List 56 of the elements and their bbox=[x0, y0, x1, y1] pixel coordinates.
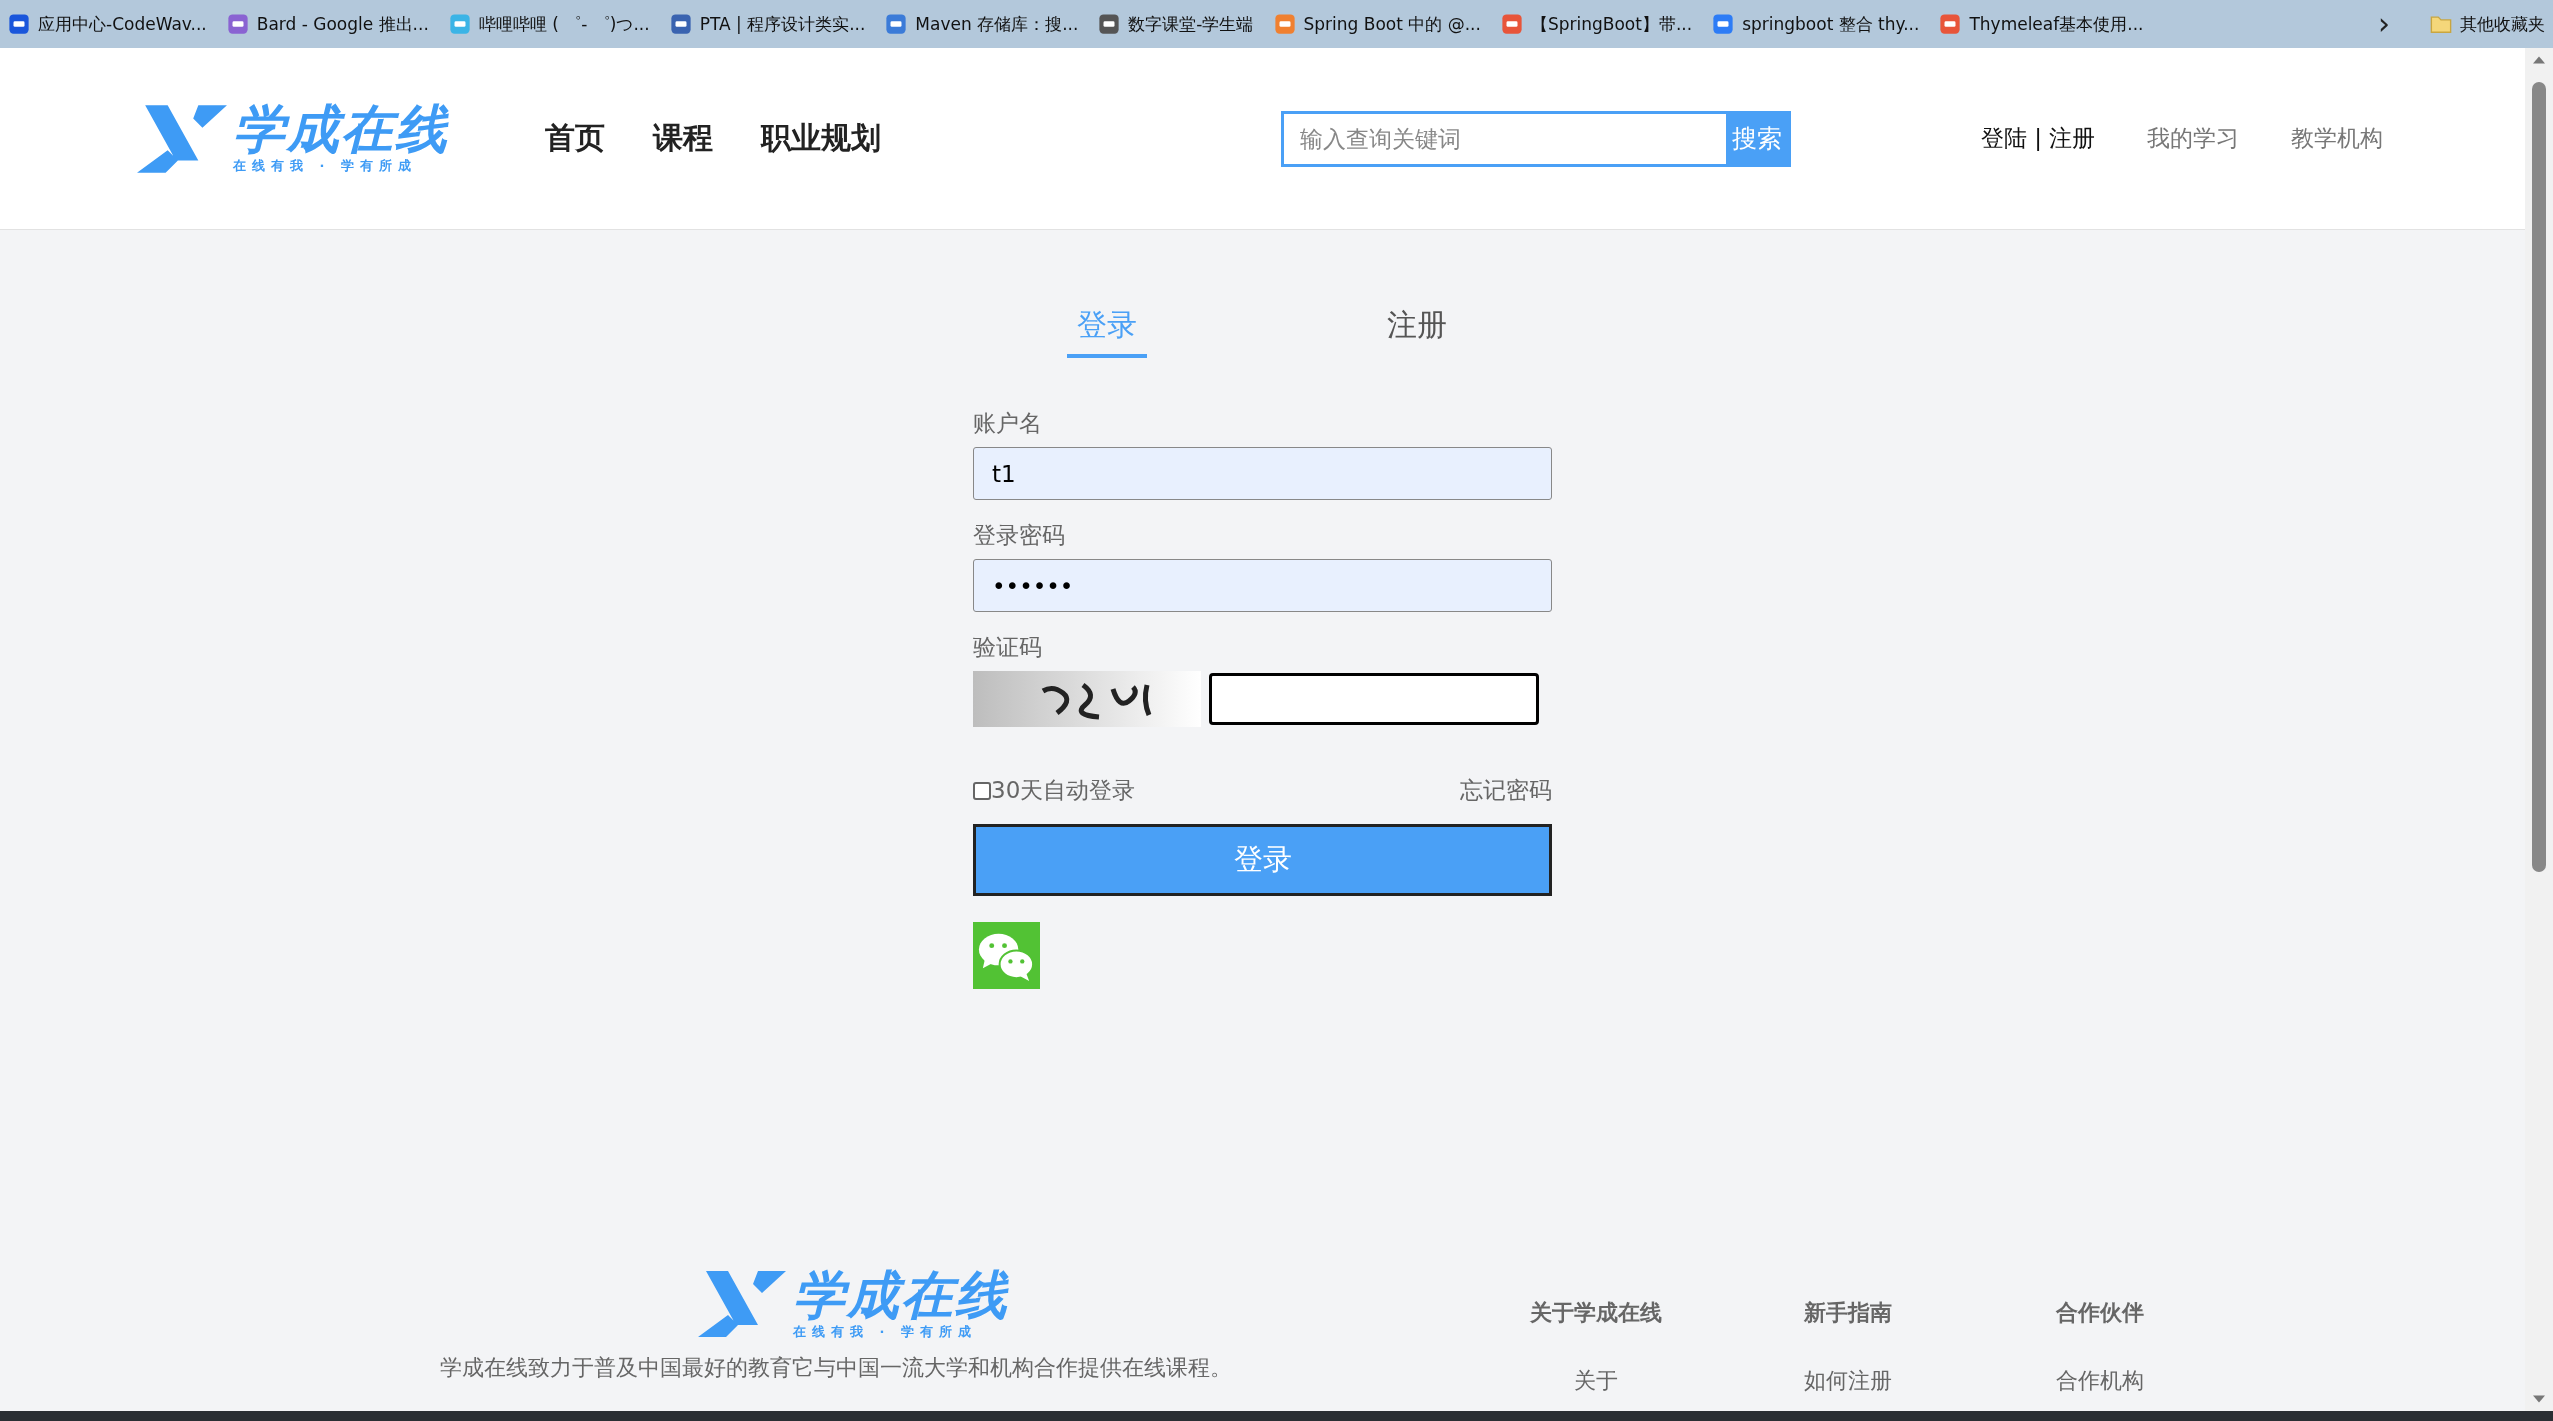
bookmark[interactable]: Spring Boot 中的 @... bbox=[1273, 12, 1481, 36]
footer-heading: 关于学成在线 bbox=[1530, 1299, 1662, 1327]
bookmark[interactable]: springboot 整合 thy... bbox=[1712, 12, 1920, 36]
logo-slogan: 在线有我 · 学有所成 bbox=[793, 1322, 977, 1341]
footer-link[interactable]: 合作机构 bbox=[2056, 1366, 2144, 1396]
form-tab[interactable]: 注册 bbox=[1376, 305, 1457, 358]
footer-heading: 新手指南 bbox=[1804, 1299, 1892, 1327]
bookmark[interactable]: 哔哩哔哩 ( ゜- ゜)つ... bbox=[448, 12, 650, 36]
nav-link[interactable]: 职业规划 bbox=[761, 118, 881, 159]
scroll-up-icon[interactable] bbox=[2533, 56, 2545, 64]
bookmark[interactable]: 数字课堂-学生端 bbox=[1098, 12, 1254, 36]
bookmark-icon bbox=[448, 13, 471, 35]
bookmark-icon bbox=[669, 13, 692, 35]
footer-link[interactable]: 如何注册 bbox=[1804, 1366, 1892, 1396]
field-label: 账户名 bbox=[973, 409, 1042, 438]
bookmark-icon bbox=[1500, 13, 1523, 35]
nav-link[interactable]: 首页 bbox=[545, 118, 605, 159]
bookmark[interactable]: Thymeleaf基本使用... bbox=[1939, 12, 2144, 36]
bookmark-icon bbox=[1712, 13, 1735, 35]
logo-title: 学成在线 bbox=[233, 102, 449, 157]
bookmark[interactable]: Maven 存储库：搜... bbox=[885, 12, 1079, 36]
forgot-password-link[interactable]: 忘记密码 bbox=[1460, 775, 1552, 806]
field-label: 登录密码 bbox=[973, 521, 1065, 550]
header-link[interactable]: 教学机构 bbox=[2291, 123, 2384, 154]
password-field[interactable]: •••••• bbox=[973, 559, 1552, 612]
more-bookmarks-button[interactable]: › bbox=[2368, 9, 2400, 39]
logo-mark-icon bbox=[137, 104, 229, 173]
footer-description: 学成在线致力于普及中国最好的教育它与中国一流大学和机构合作提供在线课程。 bbox=[440, 1353, 1232, 1382]
footer-heading: 合作伙伴 bbox=[2056, 1299, 2144, 1327]
bookmark[interactable]: Bard - Google 推出... bbox=[226, 12, 429, 36]
scrollbar-thumb[interactable] bbox=[2532, 82, 2546, 872]
remember-checkbox[interactable] bbox=[973, 781, 991, 800]
bookmark-icon bbox=[1273, 13, 1296, 35]
bookmark[interactable]: 应用中心-CodeWav... bbox=[8, 12, 207, 36]
login-register-link[interactable]: 登陆 | 注册 bbox=[1981, 123, 2096, 154]
wechat-login-icon[interactable] bbox=[973, 922, 1040, 989]
scroll-down-icon[interactable] bbox=[2533, 1395, 2545, 1403]
header-link[interactable]: 我的学习 bbox=[2147, 123, 2240, 154]
bookmark-icon bbox=[1939, 13, 1962, 35]
footer-link[interactable]: 关于 bbox=[1574, 1366, 1618, 1396]
remember-label: 30天自动登录 bbox=[991, 776, 1136, 805]
logo-slogan: 在线有我 · 学有所成 bbox=[233, 156, 417, 175]
bookmark-icon bbox=[885, 13, 908, 35]
bookmark[interactable]: 【SpringBoot】带... bbox=[1500, 12, 1693, 36]
captcha-field[interactable] bbox=[1209, 673, 1539, 725]
folder-icon bbox=[2430, 13, 2452, 35]
username-field[interactable]: t1 bbox=[973, 447, 1552, 500]
bookmark-icon bbox=[8, 13, 30, 35]
field-label: 验证码 bbox=[973, 633, 1042, 662]
logo-title: 学成在线 bbox=[793, 1268, 1009, 1323]
nav-link[interactable]: 课程 bbox=[653, 118, 713, 159]
scrollbar[interactable] bbox=[2525, 48, 2553, 1411]
bookmark-icon bbox=[1098, 13, 1121, 35]
bookmark-icon bbox=[226, 13, 249, 35]
bookmark-folder[interactable]: 其他收藏夹 bbox=[2430, 12, 2545, 36]
bookmark[interactable]: PTA | 程序设计类实... bbox=[669, 12, 866, 36]
